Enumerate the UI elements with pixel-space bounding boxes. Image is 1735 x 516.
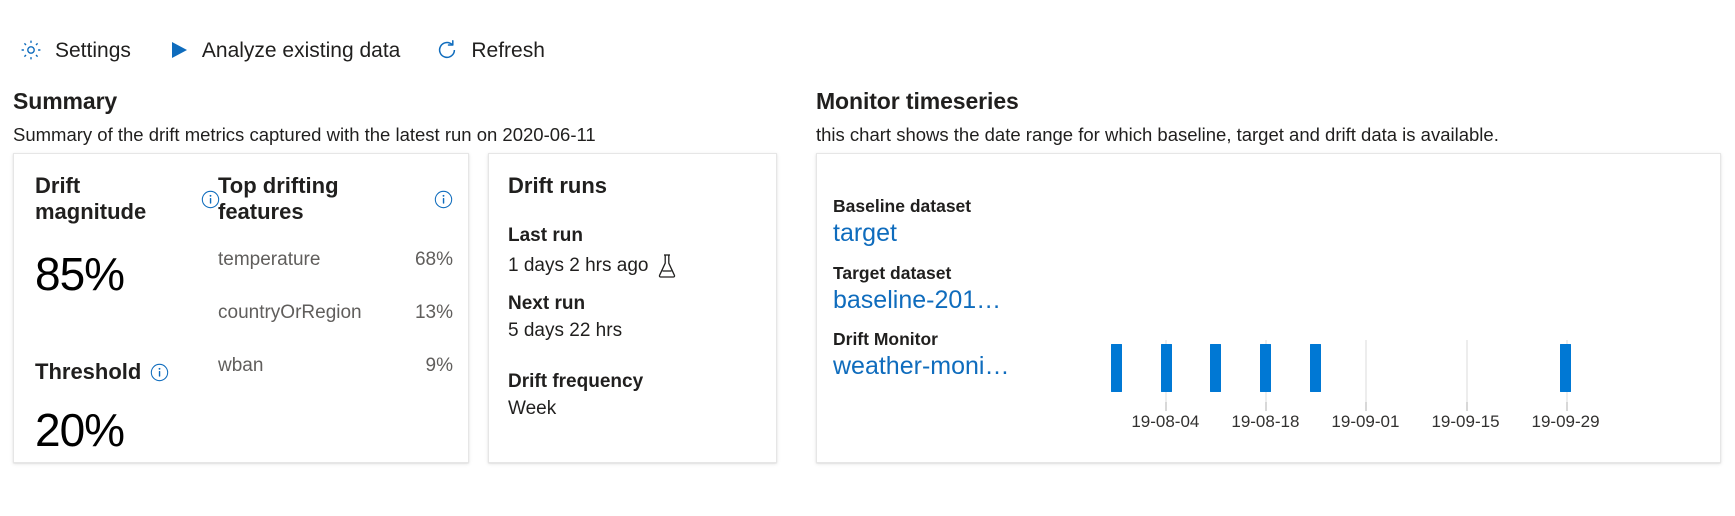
threshold-label: Threshold <box>35 359 142 384</box>
chart-x-tick-label: 19-09-15 <box>1431 412 1500 431</box>
feature-value: 68% <box>414 249 453 270</box>
chart-tick-mark <box>1565 402 1568 411</box>
monitor-timeseries-section-header: Monitor timeseries this chart shows the … <box>816 88 1721 146</box>
next-run-value: 5 days 22 hrs <box>508 320 623 341</box>
drift-magnitude-header: Drift magnitude <box>35 173 220 225</box>
drift-frequency-value: Week <box>508 398 557 419</box>
drift-runs-card: Drift runs Last run 1 days 2 hrs ago Nex… <box>488 153 777 463</box>
chart-x-axis: 19-08-04 19-08-18 19-09-01 19-09-15 19-09-29 <box>1017 412 1707 438</box>
chart-bar[interactable] <box>1259 344 1271 392</box>
chart-tick-mark <box>1265 402 1268 411</box>
drift-runs-title: Drift runs <box>508 173 607 198</box>
drift-monitor-link[interactable]: weather-moni… <box>833 352 1023 382</box>
chart-bar[interactable] <box>1210 344 1222 392</box>
monitor-timeseries-title: Monitor timeseries <box>816 88 1019 114</box>
feature-name: temperature <box>218 249 321 270</box>
refresh-button[interactable]: Refresh <box>416 31 561 69</box>
last-run-value-row: 1 days 2 hrs ago <box>508 252 776 280</box>
last-run-label: Last run <box>508 225 583 246</box>
drift-monitor-label: Drift Monitor <box>833 329 938 349</box>
summary-section-header: Summary Summary of the drift metrics cap… <box>13 88 803 146</box>
feature-row: temperature 68% <box>218 249 453 271</box>
chart-x-tick-label: 19-09-01 <box>1331 412 1400 431</box>
drift-magnitude-label: Drift magnitude <box>35 173 147 224</box>
chart-x-tick-label: 19-08-18 <box>1231 412 1300 431</box>
chart-tick-mark <box>1465 402 1468 411</box>
timeseries-legend-column: Baseline dataset target Target dataset b… <box>833 196 1023 396</box>
summary-card: Drift magnitude 85% Threshold 20% Top dr… <box>13 153 469 463</box>
threshold-header: Threshold <box>35 359 220 385</box>
refresh-icon <box>434 37 460 63</box>
feature-value: 9% <box>425 355 453 376</box>
feature-row: wban 9% <box>218 355 453 377</box>
chart-bar[interactable] <box>1560 344 1572 392</box>
drift-magnitude-info-icon[interactable] <box>200 189 220 209</box>
threshold-value: 20% <box>35 404 125 456</box>
settings-label: Settings <box>55 38 131 62</box>
chart-tick-mark <box>1165 402 1168 411</box>
command-bar: Settings Analyze existing data Refresh <box>0 22 561 78</box>
feature-row: countryOrRegion 13% <box>218 302 453 324</box>
settings-button[interactable]: Settings <box>0 31 147 69</box>
feature-name: wban <box>218 355 264 376</box>
flask-icon <box>655 252 679 280</box>
feature-value: 13% <box>414 302 453 323</box>
chart-tick-mark <box>1365 402 1368 411</box>
next-run-label: Next run <box>508 293 586 314</box>
monitor-timeseries-card: Baseline dataset target Target dataset b… <box>816 153 1721 463</box>
chart-bar[interactable] <box>1309 344 1321 392</box>
baseline-dataset-link[interactable]: target <box>833 219 1023 249</box>
play-icon <box>165 37 191 63</box>
top-drifting-features-info-icon[interactable] <box>433 189 453 209</box>
baseline-dataset-label: Baseline dataset <box>833 196 972 216</box>
chart-x-tick-label: 19-09-29 <box>1531 412 1600 431</box>
feature-name: countryOrRegion <box>218 302 362 323</box>
drift-monitor-page: Settings Analyze existing data Refresh S… <box>0 0 1735 516</box>
drift-frequency-label: Drift frequency <box>508 371 644 392</box>
top-drifting-features-label: Top drifting features <box>218 173 339 224</box>
summary-metrics-column: Drift magnitude 85% Threshold 20% <box>35 173 220 453</box>
timeseries-chart: 19-08-04 19-08-18 19-09-01 19-09-15 19-09-29 <box>1017 178 1707 443</box>
top-drifting-features-column: Top drifting features temperature 68% co… <box>218 173 453 408</box>
chart-gridline <box>1465 340 1468 402</box>
analyze-existing-data-button[interactable]: Analyze existing data <box>147 31 416 69</box>
refresh-label: Refresh <box>471 38 545 62</box>
drift-magnitude-value: 85% <box>35 248 125 300</box>
chart-gridline <box>1365 340 1368 402</box>
summary-title: Summary <box>13 88 118 114</box>
summary-subtitle: Summary of the drift metrics captured wi… <box>13 124 596 145</box>
monitor-timeseries-subtitle: this chart shows the date range for whic… <box>816 124 1499 145</box>
target-dataset-label: Target dataset <box>833 262 952 283</box>
threshold-info-icon[interactable] <box>149 362 169 382</box>
chart-x-tick-label: 19-08-04 <box>1131 412 1200 431</box>
chart-bar[interactable] <box>1160 344 1172 392</box>
chart-plot-area <box>1017 340 1707 411</box>
top-drifting-features-header: Top drifting features <box>218 173 453 225</box>
gear-icon <box>18 37 44 63</box>
last-run-value: 1 days 2 hrs ago <box>508 255 649 276</box>
target-dataset-link[interactable]: baseline-201… <box>833 286 1023 316</box>
analyze-existing-data-label: Analyze existing data <box>201 38 401 62</box>
chart-bar[interactable] <box>1110 344 1122 392</box>
